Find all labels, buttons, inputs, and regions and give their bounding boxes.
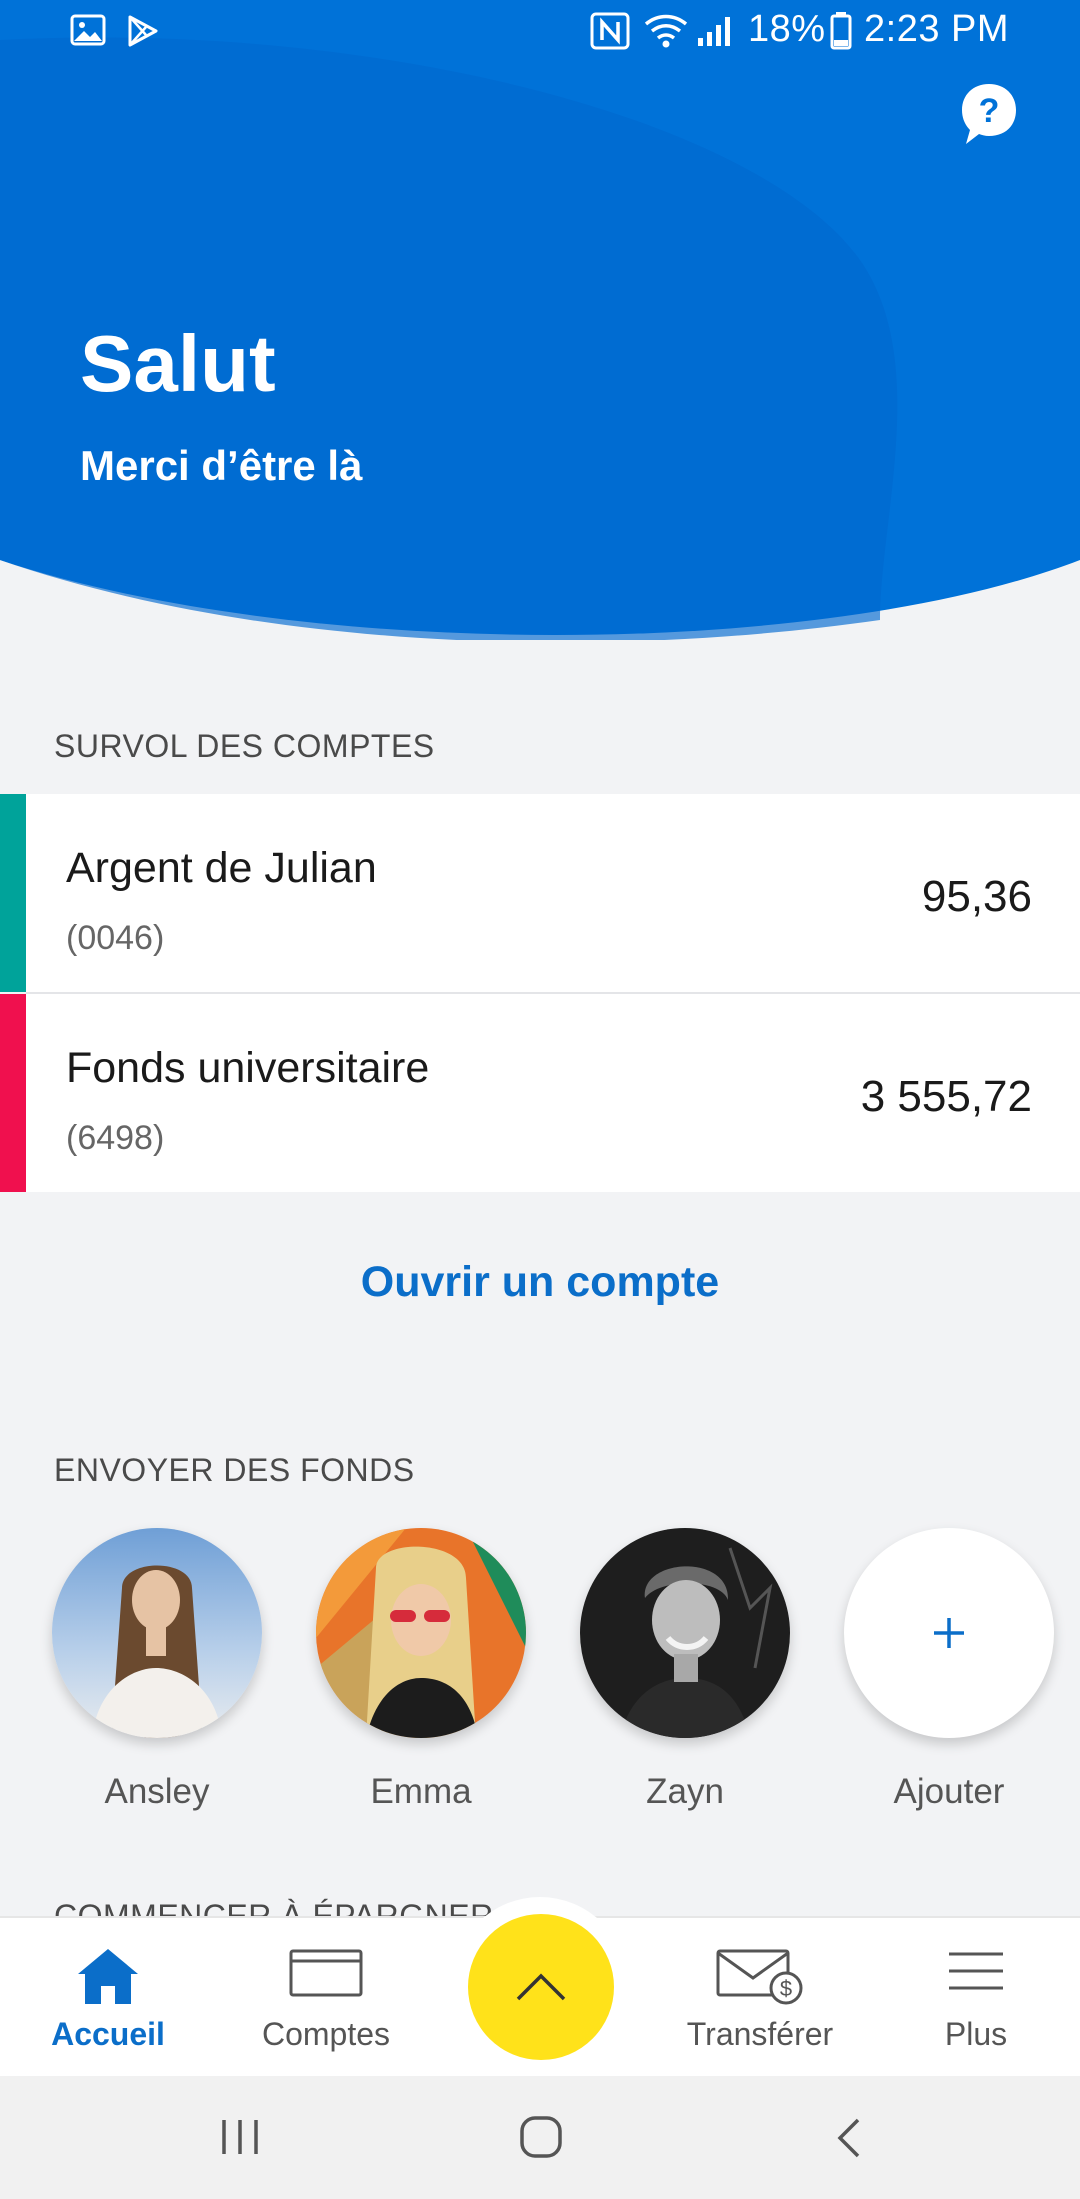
account-number: (6498) (66, 1119, 165, 1157)
wifi-icon (644, 14, 688, 48)
open-account-link[interactable]: Ouvrir un compte (0, 1258, 1080, 1307)
contact-name: Ansley (104, 1772, 210, 1811)
contact-zayn[interactable]: Zayn (580, 1528, 790, 1812)
clock: 2:23 PM (864, 8, 1010, 50)
contact-name: Zayn (646, 1772, 724, 1811)
contact-name: Emma (370, 1772, 472, 1811)
home-icon (78, 1949, 138, 2004)
account-name: Argent de Julian (66, 844, 377, 892)
play-store-icon (128, 15, 158, 47)
accounts-section-label: SURVOL DES COMPTES (54, 728, 435, 764)
avatar (580, 1528, 790, 1738)
avatar-photo-emma (316, 1528, 526, 1738)
menu-icon (949, 1952, 1003, 1990)
account-row[interactable]: Argent de Julian (0046) 95,36 (0, 794, 1080, 992)
avatar-photo-ansley (52, 1528, 262, 1738)
recent-apps-icon[interactable] (218, 2116, 262, 2158)
account-balance: 3 555,72 (860, 1072, 1032, 1121)
battery-icon (830, 12, 852, 50)
add-contact[interactable]: Ajouter (844, 1528, 1054, 1812)
nav-label: Transférer (686, 2016, 834, 2052)
signal-icon (698, 17, 730, 46)
avatar-photo-zayn (580, 1528, 790, 1738)
help-chat-icon[interactable]: ? (960, 82, 1018, 148)
contact-ansley[interactable]: Ansley (52, 1528, 262, 1812)
add-contact-label: Ajouter (893, 1772, 1005, 1811)
nav-item-plus[interactable]: Plus (876, 1918, 1076, 2078)
envelope-dollar-icon: $ (716, 1949, 803, 2005)
nfc-icon (590, 12, 630, 50)
system-navigation-bar (0, 2076, 1080, 2199)
battery-percent: 18% (748, 8, 826, 50)
greeting-subtitle: Merci d’être là (80, 442, 363, 489)
nav-label: Plus (944, 2016, 1008, 2052)
greeting-title: Salut (80, 319, 276, 408)
account-balance: 95,36 (921, 872, 1032, 921)
card-icon (289, 1949, 363, 1997)
chevron-up-icon (516, 1973, 566, 2001)
plus-icon (934, 1618, 964, 1648)
account-number: (0046) (66, 919, 165, 957)
svg-text:$: $ (780, 1976, 792, 2001)
avatar (52, 1528, 262, 1738)
account-row[interactable]: Fonds universitaire (6498) 3 555,72 (0, 994, 1080, 1192)
status-bar: 18% 2:23 PM (0, 0, 1080, 64)
account-color-stripe (0, 994, 26, 1192)
avatar (316, 1528, 526, 1738)
account-color-stripe (0, 794, 26, 992)
nav-item-transferer[interactable]: $ Transférer (660, 1918, 860, 2078)
account-name: Fonds universitaire (66, 1044, 430, 1092)
contact-emma[interactable]: Emma (316, 1528, 526, 1812)
nav-item-accueil[interactable]: Accueil (8, 1918, 208, 2078)
gallery-icon (70, 14, 106, 46)
send-funds-section-label: ENVOYER DES FONDS (54, 1452, 415, 1488)
back-icon[interactable] (834, 2116, 864, 2160)
nav-item-comptes[interactable]: Comptes (226, 1918, 426, 2078)
add-contact-button[interactable] (844, 1528, 1054, 1738)
quick-actions-button[interactable] (468, 1914, 614, 2060)
nav-label: Comptes (261, 2016, 391, 2052)
svg-text:?: ? (979, 92, 1000, 130)
nav-label: Accueil (51, 2016, 165, 2052)
home-circle-icon[interactable] (518, 2114, 564, 2160)
